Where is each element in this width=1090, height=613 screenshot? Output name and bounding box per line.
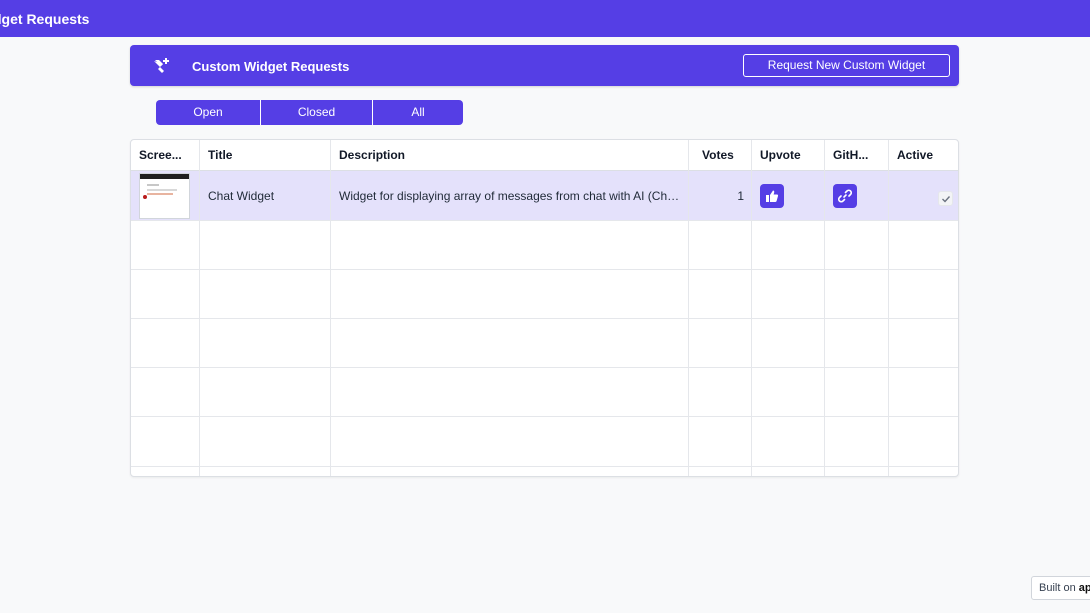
column-divider [824, 140, 825, 476]
row-divider [131, 269, 958, 270]
row-divider [131, 416, 958, 417]
row-description: Widget for displaying array of messages … [339, 189, 684, 203]
row-divider [131, 220, 958, 221]
row-votes: 1 [737, 189, 744, 203]
checkmark-icon [942, 196, 951, 203]
status-filter-tabs: Open Closed All [156, 100, 463, 125]
app-top-bar: dget Requests [0, 0, 1090, 37]
app-title: dget Requests [0, 11, 90, 27]
brand-name: ap [1078, 582, 1090, 594]
chat-widget-thumbnail[interactable] [139, 173, 190, 219]
column-header-title[interactable]: Title [200, 140, 330, 171]
requests-table: Scree... Title Description Votes Upvote … [130, 139, 959, 477]
column-divider [888, 140, 889, 476]
page-title: Custom Widget Requests [192, 59, 350, 74]
tab-open[interactable]: Open [156, 100, 260, 125]
column-header-votes[interactable]: Votes [689, 140, 751, 171]
tab-closed[interactable]: Closed [260, 100, 372, 125]
upvote-button[interactable] [760, 184, 784, 208]
widget-add-icon [152, 57, 170, 75]
page-header-card: Custom Widget Requests Request New Custo… [130, 45, 959, 86]
column-divider [688, 140, 689, 476]
column-header-description[interactable]: Description [331, 140, 688, 171]
thumbs-up-icon [766, 190, 779, 202]
column-header-active[interactable]: Active [889, 140, 958, 171]
active-checkbox[interactable] [938, 191, 953, 206]
column-header-upvote[interactable]: Upvote [752, 140, 824, 171]
tab-all[interactable]: All [372, 100, 463, 125]
row-title: Chat Widget [208, 189, 275, 203]
column-header-screenshot[interactable]: Scree... [131, 140, 199, 171]
column-header-github[interactable]: GitH... [825, 140, 888, 171]
row-divider [131, 367, 958, 368]
column-divider [199, 140, 200, 476]
row-divider [131, 318, 958, 319]
built-on-badge[interactable]: Built on ap [1031, 576, 1090, 600]
request-new-widget-button[interactable]: Request New Custom Widget [743, 54, 950, 77]
link-icon [838, 189, 852, 203]
column-divider [751, 140, 752, 476]
column-divider [330, 140, 331, 476]
table-header: Scree... Title Description Votes Upvote … [131, 140, 958, 171]
built-on-text: Built on [1039, 582, 1076, 594]
github-link-button[interactable] [833, 184, 857, 208]
row-divider [131, 466, 958, 467]
